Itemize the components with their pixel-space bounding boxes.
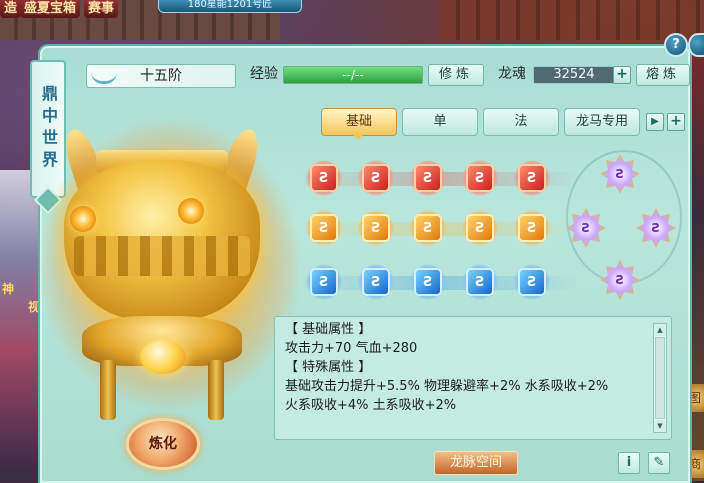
dragon-vein-space-button[interactable]: 龙脉空间: [434, 451, 518, 475]
star-gem-slot[interactable]: Ƨ: [598, 258, 642, 302]
red-gem-slot[interactable]: Ƨ: [306, 160, 342, 196]
blue-gem-slot[interactable]: Ƨ: [410, 264, 446, 300]
red-gem-icon: Ƨ: [518, 164, 546, 192]
active-tab-pointer: [352, 134, 364, 140]
cauldron-orb: [140, 340, 186, 374]
dragon-soul-label: 龙魂: [498, 66, 526, 82]
blue-gem-icon: Ƨ: [310, 268, 338, 296]
help-icon[interactable]: ?: [664, 33, 688, 57]
blue-gem-icon: Ƨ: [518, 268, 546, 296]
orange-gem-slot[interactable]: Ƨ: [462, 210, 498, 246]
top-banner: 180星能1201号匠: [158, 0, 302, 13]
red-gem-slot[interactable]: Ƨ: [462, 160, 498, 196]
attributes-panel: 【 基础属性 】 攻击力+70 气血+280 【 特殊属性 】 基础攻击力提升+…: [274, 316, 672, 440]
scroll-up-icon[interactable]: ▲: [654, 324, 666, 336]
tab-dragon-horse[interactable]: 龙马专用: [564, 108, 640, 136]
cultivate-button[interactable]: 修炼: [428, 64, 484, 86]
red-gem-icon: Ƨ: [362, 164, 390, 192]
tab-add-button[interactable]: +: [667, 113, 685, 131]
orange-gem-slot[interactable]: Ƨ: [410, 210, 446, 246]
cauldron-left-eye: [70, 206, 96, 232]
exp-progress-bar: --/--: [283, 66, 423, 84]
basic-attr-header: 【 基础属性 】: [285, 322, 372, 337]
cauldron-leg: [208, 360, 224, 420]
blue-gem-slot[interactable]: Ƨ: [306, 264, 342, 300]
red-gem-icon: Ƨ: [466, 164, 494, 192]
add-dragon-soul-button[interactable]: +: [613, 66, 631, 84]
stage-level: 十五阶: [140, 68, 182, 84]
top-tab-forge[interactable]: 造: [0, 0, 22, 18]
red-gem-slot[interactable]: Ƨ: [410, 160, 446, 196]
tab-single[interactable]: 单: [402, 108, 478, 136]
top-tab-events[interactable]: 赛事: [84, 0, 119, 18]
blue-gem-slot[interactable]: Ƨ: [462, 264, 498, 300]
side-text-1: 神: [2, 282, 15, 296]
scroll-down-icon[interactable]: ▼: [654, 420, 666, 432]
attributes-scrollbar[interactable]: ▲ ▼: [653, 323, 667, 433]
smelt-button[interactable]: 熔炼: [636, 64, 690, 86]
tab-next-arrow-icon[interactable]: ▶: [646, 113, 664, 131]
orange-gem-icon: Ƨ: [310, 214, 338, 242]
blue-gem-icon: Ƨ: [362, 268, 390, 296]
special-attr-line-2: 火系吸收+4% 土系吸收+2%: [285, 398, 457, 413]
exp-value: --/--: [342, 68, 364, 82]
red-gem-icon: Ƨ: [310, 164, 338, 192]
tab-basic[interactable]: 基础: [321, 108, 397, 136]
blue-gem-icon: Ƨ: [414, 268, 442, 296]
orange-gem-slot[interactable]: Ƨ: [306, 210, 342, 246]
star-gem-slot[interactable]: Ƨ: [564, 206, 608, 250]
close-icon[interactable]: [688, 33, 704, 57]
star-gem-slot[interactable]: Ƨ: [598, 152, 642, 196]
red-gem-icon: Ƨ: [414, 164, 442, 192]
exp-label: 经验: [250, 66, 278, 82]
special-attr-header: 【 特殊属性 】: [285, 360, 372, 375]
scroll-thumb[interactable]: [655, 337, 665, 419]
cauldron-leg: [100, 360, 116, 420]
blue-gem-icon: Ƨ: [466, 268, 494, 296]
blue-gem-slot[interactable]: Ƨ: [358, 264, 394, 300]
orange-gem-slot[interactable]: Ƨ: [514, 210, 550, 246]
stage-plate: 十五阶: [86, 64, 236, 88]
star-gem-icon: Ƨ: [636, 208, 676, 248]
orange-gem-icon: Ƨ: [518, 214, 546, 242]
star-gem-icon: Ƨ: [600, 260, 640, 300]
blue-gem-slot[interactable]: Ƨ: [514, 264, 550, 300]
orange-gem-icon: Ƨ: [466, 214, 494, 242]
top-tab-summer-chest[interactable]: 盛夏宝箱: [20, 0, 81, 18]
orange-gem-icon: Ƨ: [414, 214, 442, 242]
star-gem-icon: Ƨ: [566, 208, 606, 248]
info-button[interactable]: i: [618, 452, 640, 474]
tab-magic[interactable]: 法: [483, 108, 559, 136]
star-gem-slot[interactable]: Ƨ: [634, 206, 678, 250]
special-attr-line-1: 基础攻击力提升+5.5% 物理躲避率+2% 水系吸收+2%: [285, 379, 609, 394]
red-gem-slot[interactable]: Ƨ: [514, 160, 550, 196]
orange-gem-icon: Ƨ: [362, 214, 390, 242]
edit-button[interactable]: ✎: [648, 452, 670, 474]
cauldron-right-eye: [178, 198, 204, 224]
background-roof-right: [440, 0, 704, 40]
cauldron-pattern: [74, 236, 250, 276]
refine-button[interactable]: 炼化: [126, 418, 200, 470]
orange-gem-slot[interactable]: Ƨ: [358, 210, 394, 246]
dragon-soul-value: 32524: [533, 66, 615, 84]
star-gem-icon: Ƨ: [600, 154, 640, 194]
red-gem-slot[interactable]: Ƨ: [358, 160, 394, 196]
basic-attr-values: 攻击力+70 气血+280: [285, 341, 418, 356]
